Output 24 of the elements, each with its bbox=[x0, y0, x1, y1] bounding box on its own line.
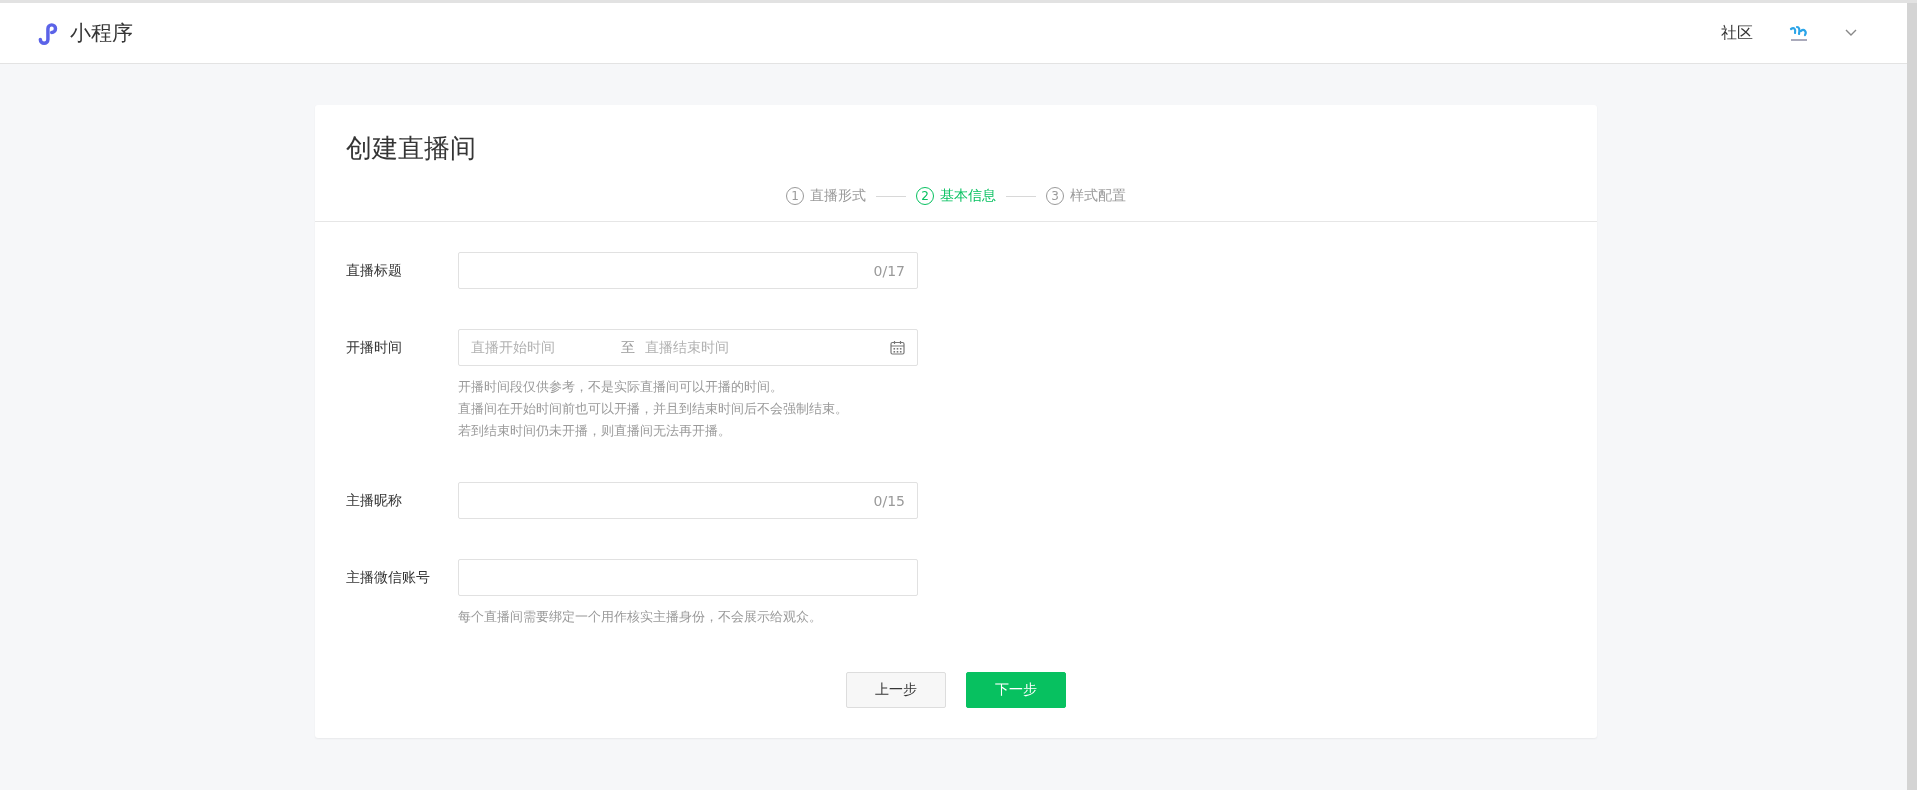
next-button[interactable]: 下一步 bbox=[966, 672, 1066, 708]
field-label: 主播昵称 bbox=[346, 491, 403, 510]
page-title: 创建直播间 bbox=[346, 132, 477, 165]
field-label: 开播时间 bbox=[346, 338, 403, 357]
step-indicator: 2 基本信息 bbox=[916, 187, 996, 205]
community-link[interactable]: 社区 bbox=[1721, 22, 1753, 44]
help-text: 开播时间段仅供参考，不是实际直播间可以开播的时间。 bbox=[458, 378, 784, 396]
input-field[interactable]: 0/15 bbox=[458, 482, 918, 519]
character-counter: 0/15 bbox=[873, 492, 905, 509]
input-field[interactable]: 0/17 bbox=[458, 252, 918, 289]
field-label: 主播微信账号 bbox=[346, 568, 431, 587]
calendar-icon bbox=[890, 340, 905, 355]
back-button[interactable]: 上一步 bbox=[846, 672, 946, 708]
step-indicator: 3 样式配置 bbox=[1046, 187, 1126, 205]
help-text: 若到结束时间仍未开播，则直播间无法再开播。 bbox=[458, 422, 732, 440]
app-name: 小程序 bbox=[70, 20, 133, 47]
step-indicator: 1 直播形式 bbox=[786, 187, 866, 205]
date-range-field[interactable]: 直播开始时间 至 直播结束时间 bbox=[458, 329, 918, 366]
help-text: 直播间在开始时间前也可以开播，并且到结束时间后不会强制结束。 bbox=[458, 400, 849, 418]
chevron-down-icon[interactable] bbox=[1845, 29, 1857, 37]
scrollbar[interactable] bbox=[1907, 3, 1917, 790]
character-counter: 0/17 bbox=[873, 262, 905, 279]
field-label: 直播标题 bbox=[346, 261, 403, 280]
input-field[interactable] bbox=[458, 559, 918, 596]
